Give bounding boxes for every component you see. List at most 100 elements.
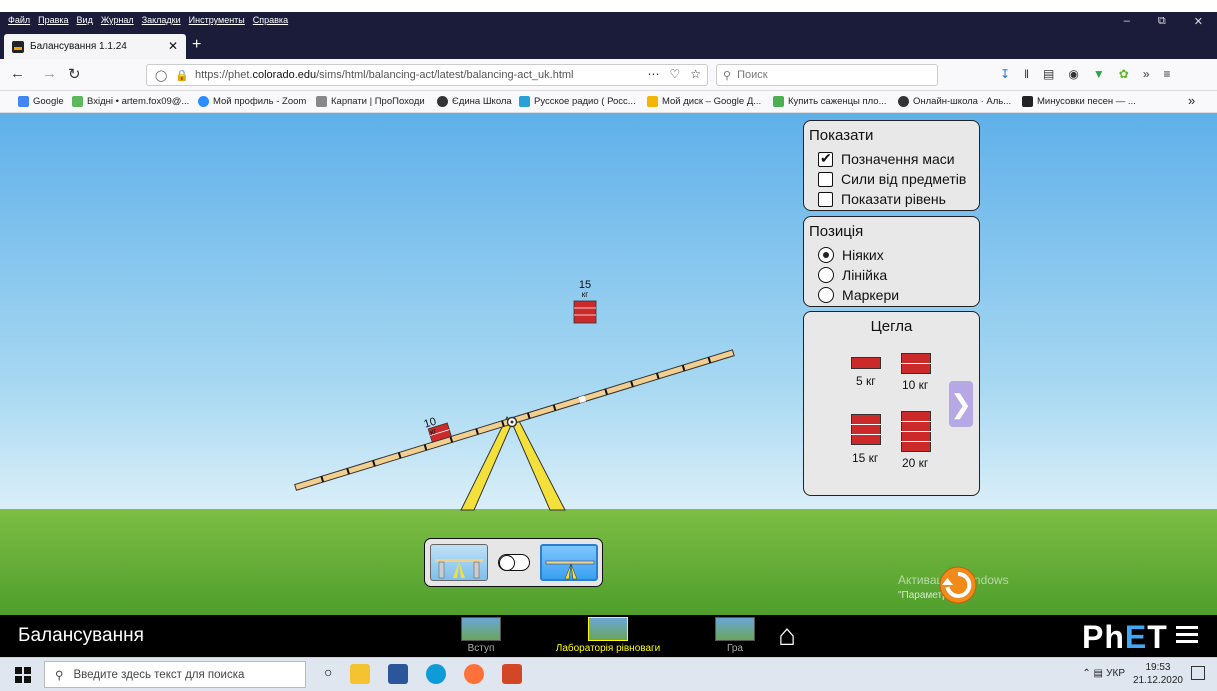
bricks-panel-title: Цегла (870, 318, 913, 335)
radio-icon[interactable] (818, 267, 834, 283)
firefox-icon[interactable] (464, 664, 485, 684)
reload-icon[interactable]: ↻ (68, 65, 81, 83)
new-tab-button[interactable]: + (192, 36, 201, 54)
menu-hamburger-icon[interactable] (1176, 626, 1198, 647)
taskbar-search-input[interactable]: ⚲ Введите здесь текст для поиска (44, 661, 306, 688)
supports-off-icon[interactable] (540, 544, 598, 581)
brick-5kg-icon[interactable] (851, 357, 881, 371)
shield-icon: ◯ (155, 69, 168, 82)
bookmark-plants[interactable]: Купить саженцы пло... (773, 96, 887, 107)
notification-icon[interactable] (1191, 666, 1205, 680)
checkbox-icon[interactable] (818, 171, 833, 187)
minimize-button[interactable]: – (1124, 15, 1130, 28)
restore-button[interactable]: ⧉ (1158, 15, 1166, 28)
screen-game-button[interactable]: Гра (700, 617, 770, 654)
extension-shield-icon[interactable]: ▼ (1093, 67, 1105, 81)
close-window-button[interactable]: ✕ (1194, 15, 1203, 28)
tab-title: Балансування 1.1.24 (30, 41, 127, 52)
bookmark-zoom[interactable]: Мой профиль - Zoom (198, 96, 306, 107)
radio-selected-icon[interactable] (818, 247, 834, 263)
reset-all-button[interactable] (938, 565, 978, 605)
page-actions-icon[interactable]: ⋯ (647, 67, 659, 81)
brick-15kg-icon[interactable] (851, 414, 881, 446)
phet-favicon-icon (12, 40, 24, 53)
file-explorer-icon[interactable] (350, 664, 371, 684)
phet-logo[interactable]: PhET (1082, 619, 1168, 656)
tab-close-icon[interactable]: ✕ (168, 39, 178, 53)
brick-10kg-icon[interactable] (901, 353, 931, 375)
toggle-switch[interactable] (498, 554, 530, 571)
next-page-chevron-icon[interactable]: ❯ (949, 381, 973, 427)
menu-help[interactable]: Справка (253, 15, 288, 25)
position-markers-radio[interactable]: Маркери (818, 287, 899, 303)
library-icon[interactable]: ‖ (1024, 67, 1029, 81)
level-checkbox[interactable]: Показати рівень (818, 191, 946, 207)
screen-lab-button[interactable]: Лабораторія рівноваги (544, 617, 672, 654)
tab-strip: Балансування 1.1.24 ✕ + (0, 34, 1217, 59)
clock[interactable]: 19:53 21.12.2020 (1133, 661, 1183, 687)
pocket-icon[interactable]: ♡ (669, 67, 680, 81)
tab-balancing-act[interactable]: Балансування 1.1.24 ✕ (4, 34, 186, 59)
sidebar-icon[interactable]: ▤ (1043, 67, 1054, 81)
overflow-icon[interactable]: » (1143, 67, 1150, 81)
position-ruler-radio[interactable]: Лінійка (818, 267, 887, 283)
brick-15kg-falling[interactable] (573, 300, 597, 324)
intro-thumbnail-icon (461, 617, 501, 641)
url-bar[interactable]: ◯ 🔒 https://phet. colorado.edu/sims/html/… (146, 64, 708, 86)
supports-on-icon[interactable] (430, 544, 488, 581)
checkbox-icon[interactable] (818, 191, 833, 207)
edge-icon[interactable] (426, 664, 447, 684)
menu-bookmarks[interactable]: Закладки (142, 15, 181, 25)
windows-start-icon[interactable] (15, 667, 31, 683)
search-icon: ⚲ (55, 669, 64, 682)
account-icon[interactable]: ◉ (1068, 67, 1078, 81)
menu-edit[interactable]: Правка (38, 15, 68, 25)
mass-labels-checkbox[interactable]: Позначення маси (818, 150, 955, 167)
game-thumbnail-icon (715, 617, 755, 641)
extension-leaf-icon[interactable]: ✿ (1119, 67, 1129, 81)
radio-icon[interactable] (818, 287, 834, 303)
fulcrum-right-leg (511, 416, 566, 511)
menu-history[interactable]: Журнал (101, 15, 134, 25)
show-panel-title: Показати (809, 127, 874, 144)
task-view-icon[interactable]: ○ (324, 664, 332, 684)
search-input[interactable]: ⚲ Поиск (716, 64, 938, 86)
forces-checkbox[interactable]: Сили від предметів (818, 171, 966, 187)
bookmark-drive[interactable]: Мой диск – Google Д... (647, 96, 761, 107)
bookmark-karpaty[interactable]: Карпати | ПроПоходи (316, 96, 425, 107)
plank[interactable] (291, 337, 735, 491)
url-prefix: https://phet. (195, 69, 253, 81)
lock-icon: 🔒 (175, 69, 190, 82)
bookmarks-more[interactable]: » (1188, 93, 1195, 108)
checkbox-checked-icon[interactable] (818, 150, 833, 167)
position-panel: Позиція Ніяких Лінійка Маркери (803, 216, 980, 307)
menu-view[interactable]: Вид (77, 15, 93, 25)
position-none-radio[interactable]: Ніяких (818, 247, 884, 263)
back-icon[interactable]: ← (10, 65, 25, 82)
forward-icon[interactable]: → (42, 65, 57, 82)
bookmark-inbox[interactable]: Вхідні • artem.fox09@... (72, 96, 189, 107)
language-indicator[interactable]: УКР (1106, 668, 1125, 679)
powerpoint-icon[interactable] (502, 664, 523, 684)
home-icon[interactable]: ⌂ (778, 619, 796, 653)
menu-file[interactable]: Файл (8, 15, 30, 25)
menu-bar: Файл Правка Вид Журнал Закладки Инструме… (0, 12, 1217, 34)
download-icon[interactable]: ↧ (1000, 67, 1010, 81)
screen-intro-button[interactable]: Вступ (446, 617, 516, 654)
bookmark-star-icon[interactable]: ☆ (690, 67, 701, 81)
bookmark-minus[interactable]: Минусовки песен — ... (1022, 96, 1136, 107)
menu-items: Файл Правка Вид Журнал Закладки Инструме… (8, 15, 288, 25)
bookmark-online-school[interactable]: Онлайн-школа · Аль... (898, 96, 1011, 107)
brick-20kg-label: 20 кг (902, 456, 929, 470)
tray-expand-icon[interactable]: ⌃ ▤ (1082, 668, 1103, 679)
menu-tools[interactable]: Инструменты (189, 15, 245, 25)
bookmark-school[interactable]: Єдина Школа (437, 96, 512, 107)
sim-navigation-bar: Балансування Вступ Лабораторія рівноваги… (0, 615, 1217, 657)
brick-20kg-icon[interactable] (901, 411, 931, 453)
word-icon[interactable] (388, 664, 409, 684)
search-icon: ⚲ (723, 69, 732, 82)
bookmark-google[interactable]: Google (18, 96, 64, 107)
bookmark-radio[interactable]: Русское радио ( Росс... (519, 96, 636, 107)
seesaw-scene: 15 кг 10 кг (291, 279, 735, 511)
app-menu-icon[interactable]: ≡ (1164, 67, 1171, 81)
